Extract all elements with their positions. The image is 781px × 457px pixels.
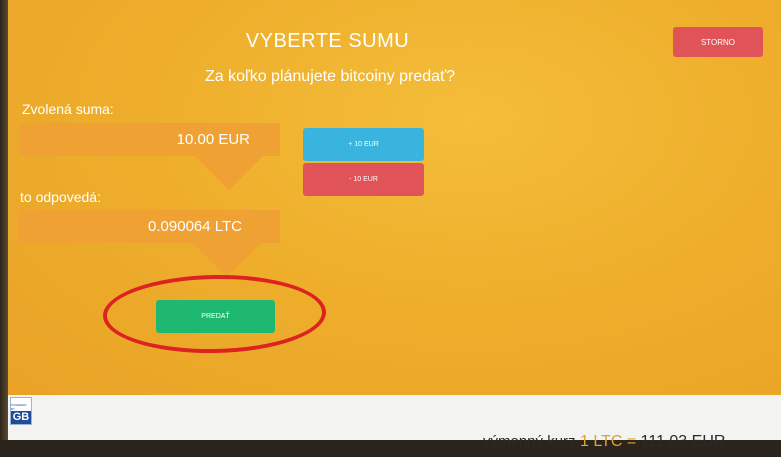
converted-display: 0.090064 LTC — [18, 210, 280, 243]
amount-label: Zvolená suma: — [22, 101, 114, 117]
screen-bezel — [0, 0, 8, 457]
converted-label: to odpovedá: — [20, 189, 101, 205]
page-title: VYBERTE SUMU — [245, 30, 410, 52]
cancel-button[interactable]: STORNO — [673, 27, 763, 57]
converted-arrow — [193, 243, 261, 277]
subtract-10-eur-button[interactable]: - 10 EUR — [303, 163, 424, 196]
logo-text: GB — [11, 411, 31, 424]
exchange-rate-label: výmenný kurz — [483, 433, 576, 450]
gb-logo: POWERED BY GB — [10, 397, 32, 425]
amount-display: 10.00 EUR — [20, 123, 280, 156]
logo-small-text: POWERED BY — [11, 403, 27, 411]
page-subtitle: Za koľko plánujete bitcoiny predať? — [205, 68, 455, 85]
atm-screen: VYBERTE SUMU Za koľko plánujete bitcoiny… — [0, 0, 781, 395]
rate-to: 111.03 EUR — [640, 433, 726, 450]
rate-from: 1 LTC — [580, 433, 623, 450]
add-10-eur-button[interactable]: + 10 EUR — [303, 128, 424, 161]
amount-arrow — [195, 156, 263, 190]
highlight-circle — [102, 273, 327, 355]
exchange-rate-value: 1 LTC = 111.03 EUR — [580, 433, 725, 451]
rate-equals: = — [626, 433, 637, 450]
